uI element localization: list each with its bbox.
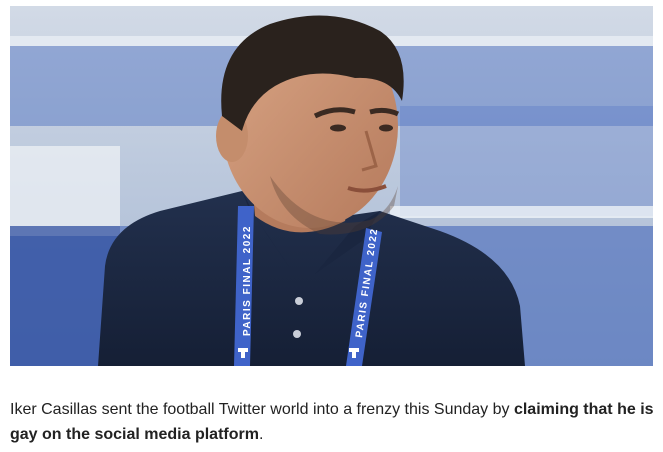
lanyard-left-text: PARIS FINAL 2022	[242, 225, 253, 336]
caption-period: .	[258, 426, 264, 443]
photo-illustration: PARIS FINAL 2022 PARIS FINAL 2022	[10, 6, 653, 366]
article-caption: Iker Casillas sent the football Twitter …	[10, 397, 655, 447]
shirt-button-1	[295, 297, 303, 305]
stadium-left-band	[10, 146, 120, 236]
eye-left	[330, 124, 346, 132]
eye-right	[379, 124, 393, 132]
shirt-button-2	[293, 330, 301, 338]
stadium-rail-lower	[390, 206, 653, 218]
article-photo: PARIS FINAL 2022 PARIS FINAL 2022	[10, 6, 653, 366]
caption-text: Iker Casillas sent the football Twitter …	[10, 401, 514, 418]
stadium-seats-band-right	[400, 106, 653, 216]
